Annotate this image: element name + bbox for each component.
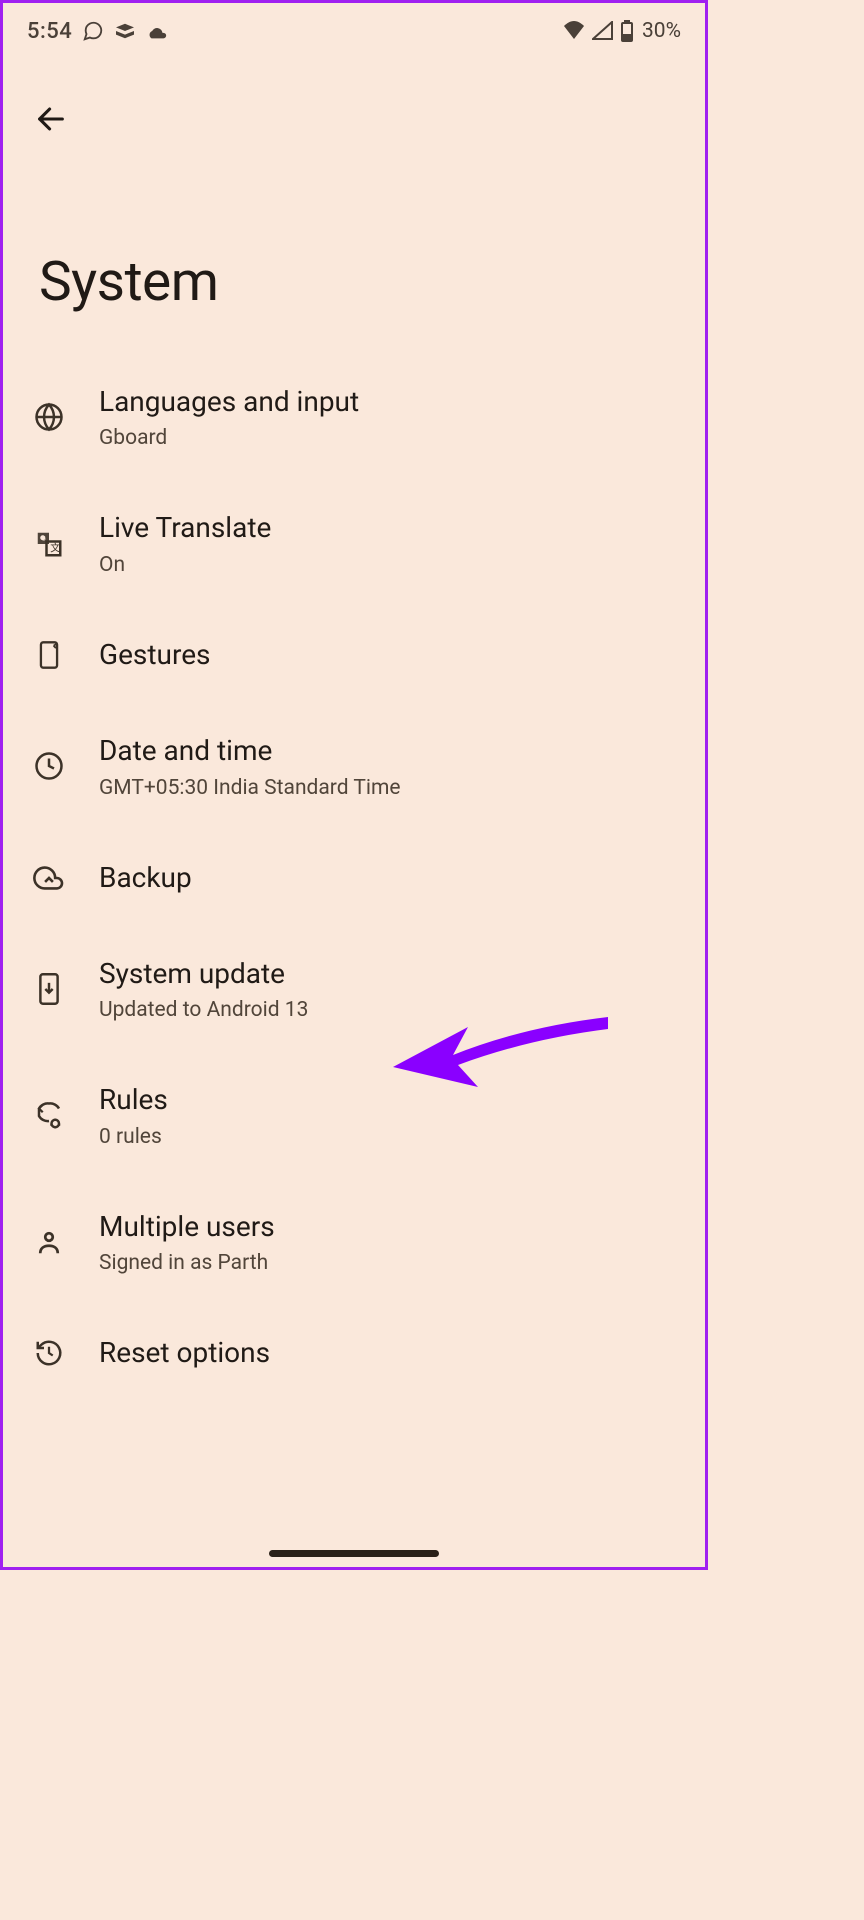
app-bar	[3, 51, 705, 140]
setting-backup[interactable]: Backup	[15, 830, 693, 926]
setting-subtitle: 0 rules	[99, 1125, 677, 1149]
arrow-left-icon	[34, 102, 68, 136]
setting-reset-options[interactable]: Reset options	[15, 1305, 693, 1401]
setting-text: Rules 0 rules	[99, 1082, 677, 1148]
battery-icon	[620, 20, 634, 42]
setting-title: Date and time	[99, 733, 677, 769]
cloud-icon	[146, 23, 168, 39]
status-right: 30%	[562, 19, 681, 43]
setting-title: System update	[99, 956, 677, 992]
setting-text: Date and time GMT+05:30 India Standard T…	[99, 733, 677, 799]
settings-list: Languages and input Gboard G文 Live Trans…	[3, 354, 705, 1402]
setting-text: Multiple users Signed in as Parth	[99, 1209, 677, 1275]
clock-icon	[31, 751, 67, 781]
setting-date-time[interactable]: Date and time GMT+05:30 India Standard T…	[15, 703, 693, 829]
setting-subtitle: Updated to Android 13	[99, 998, 677, 1022]
setting-rules[interactable]: Rules 0 rules	[15, 1052, 693, 1178]
package-icon	[114, 22, 136, 40]
status-time: 5:54	[27, 19, 72, 44]
wifi-icon	[562, 21, 586, 41]
setting-subtitle: Gboard	[99, 426, 677, 450]
setting-title: Multiple users	[99, 1209, 677, 1245]
setting-gestures[interactable]: Gestures	[15, 607, 693, 703]
page-title: System	[3, 140, 705, 354]
nav-handle[interactable]	[269, 1550, 439, 1557]
battery-percentage: 30%	[642, 19, 681, 43]
signal-icon	[592, 21, 614, 41]
globe-icon	[31, 402, 67, 432]
setting-text: Live Translate On	[99, 510, 677, 576]
setting-title: Languages and input	[99, 384, 677, 420]
gestures-icon	[31, 640, 67, 670]
setting-title: Backup	[99, 860, 677, 896]
setting-live-translate[interactable]: G文 Live Translate On	[15, 480, 693, 606]
back-button[interactable]	[31, 99, 71, 139]
setting-subtitle: GMT+05:30 India Standard Time	[99, 776, 677, 800]
setting-subtitle: On	[99, 553, 677, 577]
translate-icon: G文	[31, 529, 67, 559]
setting-text: Backup	[99, 860, 677, 896]
setting-title: Gestures	[99, 637, 677, 673]
status-left: 5:54	[27, 19, 168, 44]
reset-icon	[31, 1338, 67, 1368]
phone-download-icon	[31, 973, 67, 1005]
navigation-bar	[3, 1550, 705, 1557]
setting-languages-input[interactable]: Languages and input Gboard	[15, 354, 693, 480]
status-bar: 5:54 30%	[3, 3, 705, 51]
setting-multiple-users[interactable]: Multiple users Signed in as Parth	[15, 1179, 693, 1305]
setting-title: Reset options	[99, 1335, 677, 1371]
setting-text: System update Updated to Android 13	[99, 956, 677, 1022]
svg-text:G: G	[42, 534, 46, 542]
setting-system-update[interactable]: System update Updated to Android 13	[15, 926, 693, 1052]
setting-title: Rules	[99, 1082, 677, 1118]
svg-text:文: 文	[50, 541, 60, 554]
setting-title: Live Translate	[99, 510, 677, 546]
setting-text: Languages and input Gboard	[99, 384, 677, 450]
setting-subtitle: Signed in as Parth	[99, 1251, 677, 1275]
whatsapp-icon	[82, 20, 104, 42]
cloud-upload-icon	[31, 865, 67, 891]
rules-icon	[31, 1101, 67, 1131]
setting-text: Reset options	[99, 1335, 677, 1371]
person-icon	[31, 1227, 67, 1257]
setting-text: Gestures	[99, 637, 677, 673]
